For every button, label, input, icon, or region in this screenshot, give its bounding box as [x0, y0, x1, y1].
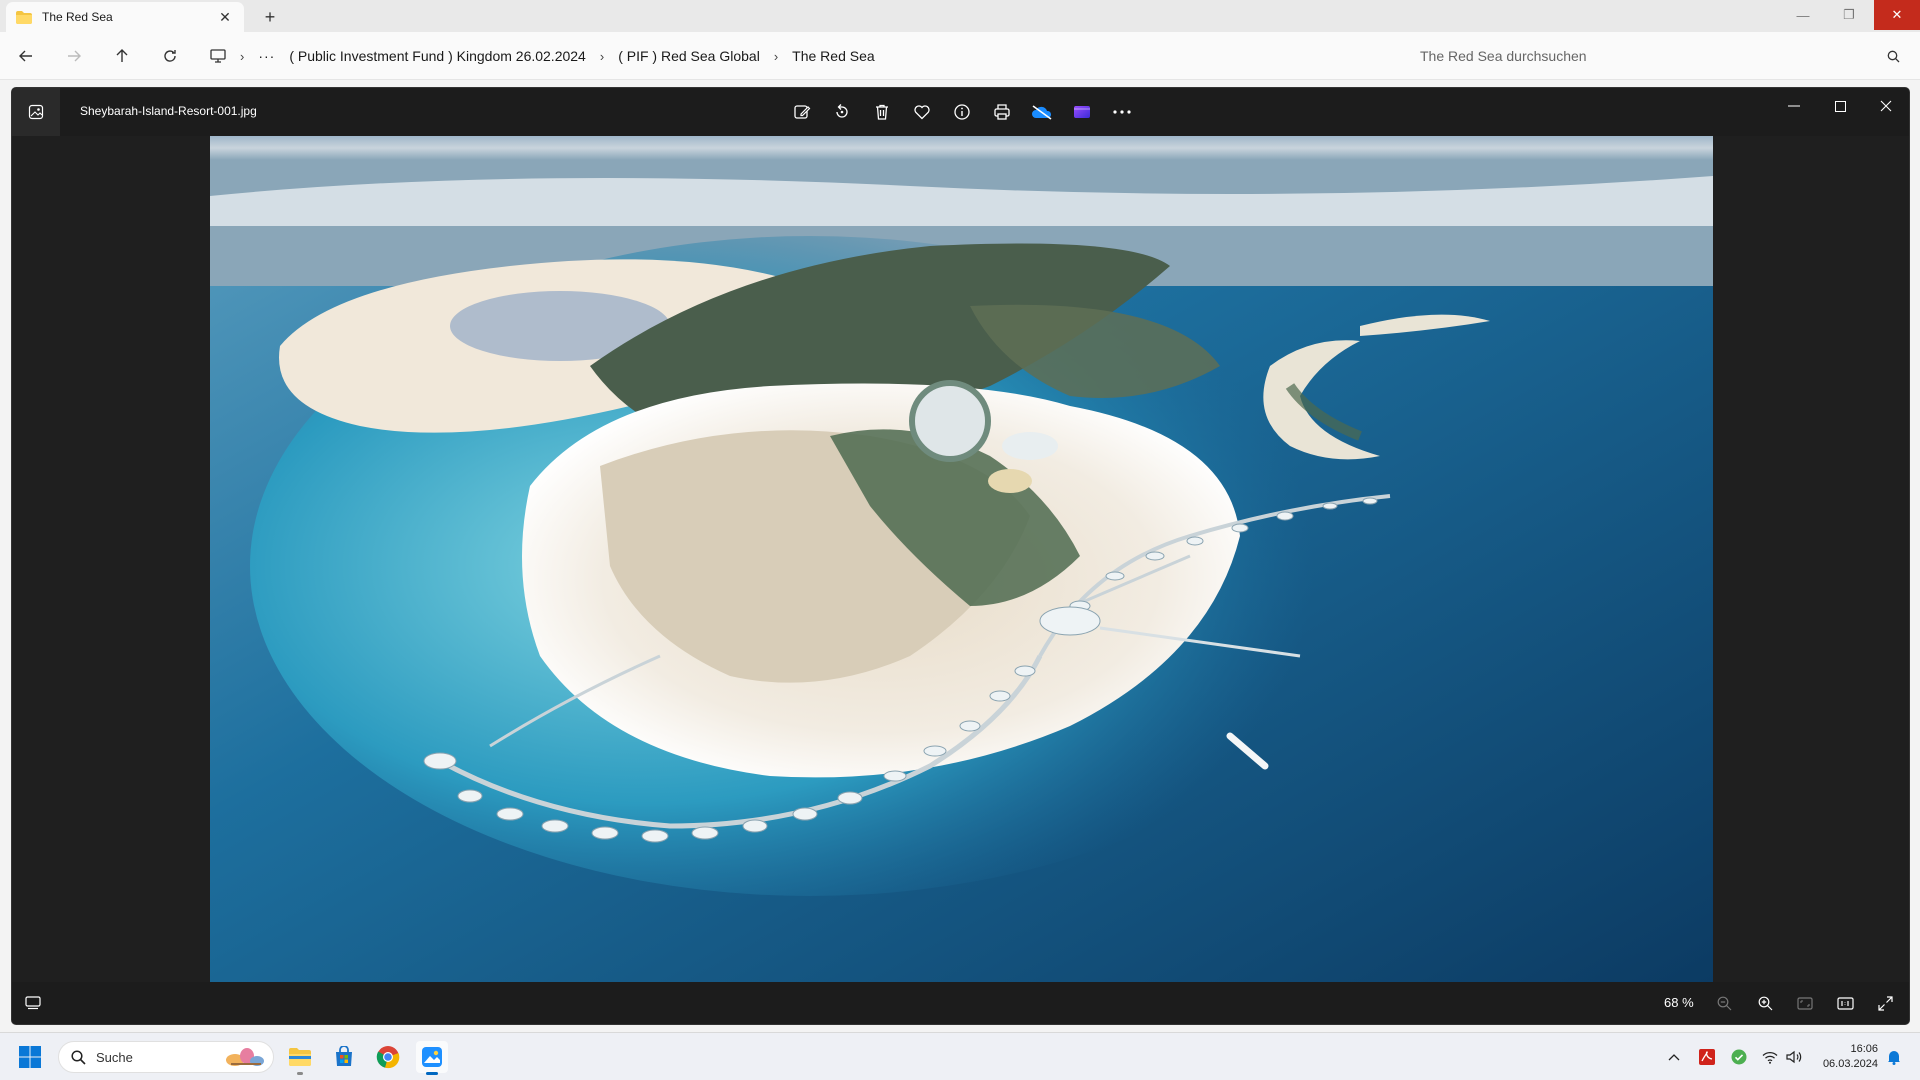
- chevron-up-icon[interactable]: [1664, 1047, 1684, 1067]
- taskbar-search-placeholder: Suche: [96, 1049, 133, 1065]
- photos-footer: 68 %: [12, 982, 1909, 1024]
- microsoft-store-icon[interactable]: [328, 1041, 360, 1073]
- restore-button[interactable]: ❐: [1826, 0, 1872, 30]
- zoom-level-label: 68 %: [1664, 995, 1694, 1010]
- clock-date: 06.03.2024: [1822, 1058, 1878, 1070]
- rotate-icon[interactable]: [828, 98, 856, 126]
- more-crumbs-icon[interactable]: ···: [258, 48, 275, 64]
- search-placeholder: The Red Sea durchsuchen: [1420, 48, 1587, 64]
- filmstrip-icon[interactable]: [22, 992, 44, 1014]
- explorer-nav-pane: [0, 82, 12, 1022]
- explorer-addressbar: › ··· ( Public Investment Fund ) Kingdom…: [0, 32, 1920, 80]
- print-icon[interactable]: [988, 98, 1016, 126]
- clipchamp-icon[interactable]: [1068, 98, 1096, 126]
- fullscreen-icon[interactable]: [1872, 991, 1898, 1015]
- chevron-right-icon[interactable]: ›: [774, 49, 778, 64]
- security-check-icon[interactable]: [1729, 1047, 1749, 1067]
- acrobat-icon[interactable]: [1697, 1047, 1717, 1067]
- photos-minimize-button[interactable]: [1772, 94, 1816, 118]
- notification-bell-icon[interactable]: [1884, 1047, 1904, 1067]
- more-icon[interactable]: [1108, 98, 1136, 126]
- search-highlight-icon: [221, 1046, 267, 1068]
- clock-time: 16:06: [1850, 1043, 1878, 1055]
- photos-maximize-button[interactable]: [1818, 94, 1862, 118]
- chevron-right-icon[interactable]: ›: [240, 49, 244, 64]
- breadcrumb-item[interactable]: ( PIF ) Red Sea Global: [618, 48, 760, 64]
- photos-icon[interactable]: [416, 1041, 448, 1075]
- taskbar-clock[interactable]: 16:06 06.03.2024: [1810, 1042, 1878, 1072]
- onedrive-icon[interactable]: [1028, 98, 1056, 126]
- search-input[interactable]: The Red Sea durchsuchen: [1406, 40, 1912, 72]
- zoom-out-icon[interactable]: [1711, 991, 1737, 1015]
- address-field[interactable]: › ··· ( Public Investment Fund ) Kingdom…: [200, 40, 1400, 72]
- arrow-right-icon[interactable]: [62, 44, 86, 68]
- folder-icon: [16, 10, 32, 24]
- search-icon: [71, 1049, 86, 1065]
- running-indicator: [297, 1072, 303, 1075]
- info-icon[interactable]: [948, 98, 976, 126]
- photos-close-button[interactable]: [1864, 94, 1908, 118]
- taskbar-search-input[interactable]: Suche: [58, 1041, 274, 1073]
- explorer-tab[interactable]: The Red Sea ✕: [6, 2, 244, 32]
- arrow-up-icon[interactable]: [110, 44, 134, 68]
- photo-filename: Sheybarah-Island-Resort-001.jpg: [80, 104, 257, 118]
- photos-viewer-window: Sheybarah-Island-Resort-001.jpg 68 %: [12, 88, 1909, 1024]
- windows-start-icon[interactable]: [18, 1045, 42, 1069]
- photo-image[interactable]: [210, 136, 1713, 982]
- refresh-icon[interactable]: [158, 44, 182, 68]
- search-icon[interactable]: [1887, 50, 1900, 63]
- photos-app-icon[interactable]: [12, 88, 60, 136]
- chrome-icon[interactable]: [372, 1041, 404, 1073]
- arrow-left-icon[interactable]: [14, 44, 38, 68]
- wifi-icon[interactable]: [1760, 1047, 1780, 1067]
- explorer-tab-title: The Red Sea: [42, 10, 113, 24]
- delete-icon[interactable]: [868, 98, 896, 126]
- breadcrumb-item[interactable]: ( Public Investment Fund ) Kingdom 26.02…: [289, 48, 586, 64]
- explorer-titlebar: The Red Sea ✕ + — ❐ ✕: [0, 0, 1920, 32]
- favorite-icon[interactable]: [908, 98, 936, 126]
- photos-toolbar-actions: [788, 98, 1136, 126]
- breadcrumb-item[interactable]: The Red Sea: [792, 48, 875, 64]
- actual-size-icon[interactable]: [1832, 991, 1858, 1015]
- new-tab-button[interactable]: +: [256, 5, 284, 29]
- volume-icon[interactable]: [1784, 1047, 1804, 1067]
- zoom-in-icon[interactable]: [1752, 991, 1778, 1015]
- fit-to-window-icon[interactable]: [1792, 991, 1818, 1015]
- close-window-button[interactable]: ✕: [1874, 0, 1920, 30]
- chevron-right-icon[interactable]: ›: [600, 49, 604, 64]
- monitor-icon[interactable]: [210, 49, 226, 63]
- close-tab-icon[interactable]: ✕: [216, 8, 234, 26]
- active-indicator: [426, 1072, 438, 1075]
- file-explorer-icon[interactable]: [284, 1041, 316, 1075]
- taskbar: Suche 16:06 06.03.2024: [0, 1032, 1920, 1080]
- edit-image-icon[interactable]: [788, 98, 816, 126]
- photos-toolbar: Sheybarah-Island-Resort-001.jpg: [12, 88, 1909, 136]
- minimize-button[interactable]: —: [1780, 0, 1826, 30]
